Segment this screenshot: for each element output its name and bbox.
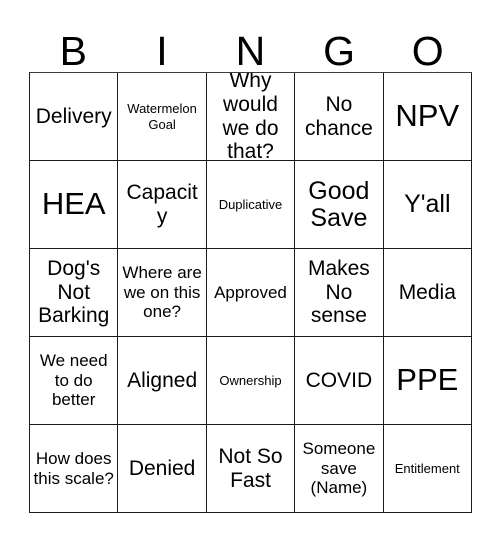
bingo-cell-r1c2[interactable]: Watermelon Goal <box>118 73 207 161</box>
bingo-cell-r4c5[interactable]: PPE <box>383 337 472 425</box>
bingo-cell-label: Watermelon Goal <box>127 100 197 132</box>
bingo-cell-r5c1[interactable]: How does this scale? <box>30 425 119 513</box>
bingo-cell-r2c2[interactable]: Capacity <box>118 161 207 249</box>
bingo-cell-label: Media <box>398 280 456 304</box>
bingo-cell-r3c4[interactable]: Makes No sense <box>295 249 384 337</box>
bingo-cell-r5c5[interactable]: Entitlement <box>383 425 472 513</box>
bingo-cell-r1c4[interactable]: No chance <box>295 73 384 161</box>
bingo-cell-label: COVID <box>305 368 373 392</box>
bingo-cell-label: NPV <box>395 98 460 134</box>
bingo-cell-label: Makes No sense <box>307 257 370 328</box>
bingo-cell-label: Ownership <box>219 372 282 388</box>
bingo-cell-r2c5[interactable]: Y'all <box>383 161 472 249</box>
bingo-cell-label: HEA <box>41 186 106 222</box>
bingo-cell-label: No chance <box>305 92 373 140</box>
bingo-header-letter-o: O <box>411 28 444 74</box>
bingo-card: B I N G O Delivery Watermelon Goal Why wou… <box>0 0 500 544</box>
bingo-cell-r1c5[interactable]: NPV <box>383 73 472 161</box>
bingo-cell-r5c2[interactable]: Denied <box>118 425 207 513</box>
bingo-cell-r5c4[interactable]: Someone save (Name) <box>295 425 384 513</box>
bingo-cell-label: Duplicative <box>218 196 283 212</box>
bingo-cell-label: Capacity <box>126 180 198 228</box>
bingo-cell-r2c1[interactable]: HEA <box>30 161 119 249</box>
bingo-header-letter-i: I <box>156 28 168 74</box>
bingo-cell-label: Good Save <box>308 176 370 232</box>
bingo-cell-label: How does this scale? <box>33 448 114 488</box>
bingo-cell-r1c1[interactable]: Delivery <box>30 73 119 161</box>
bingo-cell-label: Why would we do that? <box>222 73 279 161</box>
bingo-cell-r4c1[interactable]: We need to do better <box>30 337 119 425</box>
bingo-cell-label: Not So Fast <box>218 444 283 492</box>
bingo-cell-label: Dog's Not Barking <box>38 257 110 328</box>
bingo-cell-r3c3[interactable]: Approved <box>206 249 296 337</box>
bingo-header-letter-b: B <box>59 28 87 74</box>
bingo-cell-label: Entitlement <box>394 460 460 476</box>
bingo-cell-r1c3[interactable]: Why would we do that? <box>206 73 296 161</box>
bingo-cell-label: Y'all <box>404 190 451 218</box>
bingo-grid: Delivery Watermelon Goal Why would we do t… <box>29 72 472 513</box>
bingo-cell-label: Approved <box>214 282 287 302</box>
bingo-cell-label: Denied <box>128 456 196 480</box>
bingo-cell-r4c2[interactable]: Aligned <box>118 337 207 425</box>
bingo-cell-r3c2[interactable]: Where are we on this one? <box>118 249 207 337</box>
bingo-cell-r2c3[interactable]: Duplicative <box>206 161 296 249</box>
bingo-cell-r3c5[interactable]: Media <box>383 249 472 337</box>
bingo-header-letter-n: N <box>235 28 266 74</box>
bingo-cell-label: Delivery <box>35 104 112 128</box>
bingo-cell-label: PPE <box>396 362 459 398</box>
bingo-cell-r5c3[interactable]: Not So Fast <box>206 425 296 513</box>
bingo-cell-r2c4[interactable]: Good Save <box>295 161 384 249</box>
bingo-header-letter-g: G <box>323 28 356 74</box>
bingo-cell-r3c1[interactable]: Dog's Not Barking <box>30 249 119 337</box>
bingo-cell-label: We need to do better <box>39 350 108 410</box>
bingo-cell-r4c3[interactable]: Ownership <box>206 337 296 425</box>
bingo-cell-label: Aligned <box>127 368 198 392</box>
bingo-cell-label: Someone save (Name) <box>302 438 376 498</box>
bingo-cell-r4c4[interactable]: COVID <box>295 337 384 425</box>
bingo-header-row: B I N G O <box>29 18 472 72</box>
bingo-cell-label: Where are we on this one? <box>122 262 202 322</box>
